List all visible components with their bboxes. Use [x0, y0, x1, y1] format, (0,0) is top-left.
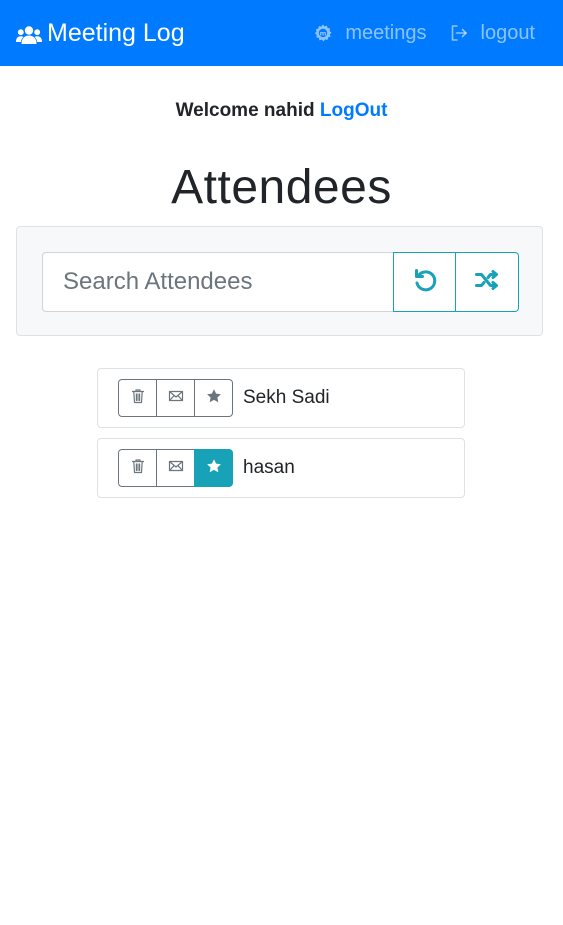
undo-icon	[411, 266, 439, 299]
star-button-active[interactable]	[194, 449, 233, 487]
random-icon	[473, 266, 501, 299]
delete-button[interactable]	[118, 449, 157, 487]
trash-icon	[130, 458, 146, 479]
brand-label: Meeting Log	[47, 18, 185, 47]
nav-link-logout[interactable]: logout	[449, 21, 536, 45]
nav-link-meetings-label: meetings	[345, 21, 427, 44]
users-icon	[16, 23, 42, 44]
search-card	[16, 226, 543, 336]
attendee-item: Sekh Sadi	[97, 368, 465, 428]
sign-out-icon	[449, 23, 469, 43]
logout-link[interactable]: LogOut	[320, 100, 388, 121]
welcome-message: Welcome nahid LogOut	[0, 100, 563, 126]
envelope-icon	[168, 388, 184, 409]
reset-button[interactable]	[393, 252, 457, 312]
random-button[interactable]	[456, 252, 519, 312]
page-title: Attendees	[171, 161, 392, 214]
svg-text:m: m	[320, 30, 327, 38]
delete-button[interactable]	[118, 379, 157, 417]
nav-links: m meetings logout	[291, 0, 535, 66]
meetings-icon: m	[313, 23, 333, 43]
attendee-item: hasan	[97, 438, 465, 498]
search-input[interactable]	[42, 252, 393, 312]
star-button[interactable]	[194, 379, 233, 417]
trash-icon	[130, 388, 146, 409]
envelope-icon	[168, 458, 184, 479]
search-group	[42, 252, 519, 312]
attendee-name: Sekh Sadi	[243, 387, 330, 408]
brand[interactable]: Meeting Log	[16, 19, 185, 48]
attendee-actions	[118, 449, 233, 487]
attendee-list: Sekh Sadi hasan	[97, 368, 465, 508]
nav-link-meetings[interactable]: m meetings	[313, 21, 427, 45]
navbar: Meeting Log m meetings logout	[0, 0, 563, 66]
email-button[interactable]	[156, 379, 195, 417]
attendee-actions	[118, 379, 233, 417]
nav-link-logout-label: logout	[480, 21, 536, 44]
attendee-name: hasan	[243, 457, 295, 478]
email-button[interactable]	[156, 449, 195, 487]
star-icon	[206, 458, 222, 479]
welcome-text: Welcome nahid	[175, 100, 315, 121]
star-icon	[206, 388, 222, 409]
